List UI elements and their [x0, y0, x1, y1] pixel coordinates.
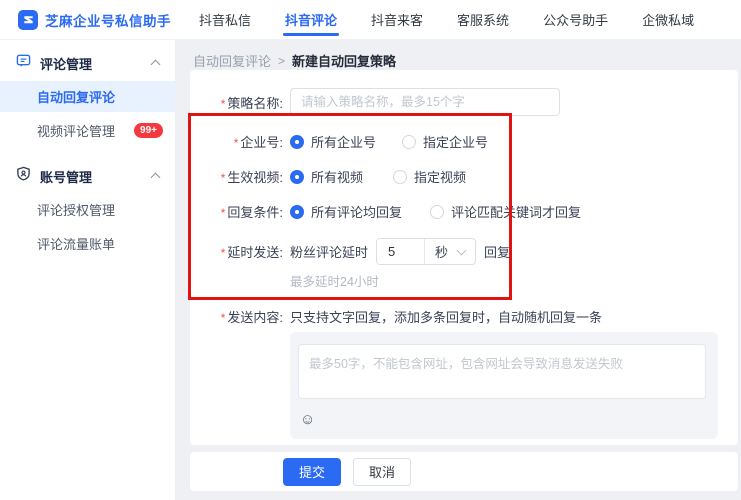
radio-specified-enterprise-accounts[interactable]: 指定企业号 [402, 132, 488, 151]
delay-hint-row: 最多延时24小时 [190, 271, 738, 291]
breadcrumb-current: 新建自动回复策略 [292, 51, 396, 70]
required-asterisk: * [221, 97, 226, 111]
radio-specified-videos[interactable]: 指定视频 [393, 167, 466, 186]
delay-hint-text: 最多延时24小时 [290, 275, 379, 289]
required-asterisk: * [221, 311, 226, 325]
sidebar-item-label: 评论授权管理 [37, 200, 115, 219]
delay-prefix-text: 粉丝评论延时 [290, 242, 368, 261]
radio-label[interactable]: 评论匹配关键词才回复 [451, 202, 581, 221]
radio-selected-icon[interactable] [290, 135, 304, 149]
chevron-up-icon [151, 173, 161, 183]
sidebar-group-comment-mgmt[interactable]: 评论管理 [0, 48, 175, 78]
radio-reply-keyword-match[interactable]: 评论匹配关键词才回复 [430, 202, 581, 221]
send-content-row: *发送内容: 只支持文字回复，添加多条回复时，自动随机回复一条 [190, 307, 738, 326]
form-card: *策略名称: *企业号: 所有企业号 指定企业号 *生效视频: [190, 70, 738, 445]
send-content-description: 只支持文字回复，添加多条回复时，自动随机回复一条 [290, 307, 602, 326]
tab-wecom-private[interactable]: 企微私域 [630, 0, 706, 40]
radio-all-videos[interactable]: 所有视频 [290, 167, 363, 186]
brand-title: 芝麻企业号私信助手 [45, 10, 171, 30]
sidebar-item-label: 视频评论管理 [37, 121, 115, 140]
radio-all-enterprise-accounts[interactable]: 所有企业号 [290, 132, 376, 151]
delay-send-label: *延时发送: [210, 242, 283, 261]
reply-content-box: ☺ [290, 332, 718, 439]
sidebar-item-auto-reply-comment[interactable]: 自动回复评论 [0, 81, 175, 112]
effective-video-row: *生效视频: 所有视频 指定视频 [190, 167, 738, 186]
enterprise-account-label: *企业号: [210, 132, 283, 151]
sidebar-item-comment-traffic-bill[interactable]: 评论流量账单 [0, 228, 175, 259]
emoji-icon[interactable]: ☺ [300, 412, 315, 427]
strategy-name-label: *策略名称: [210, 93, 283, 112]
radio-label[interactable]: 所有评论均回复 [311, 202, 402, 221]
required-asterisk: * [221, 171, 226, 185]
delay-seconds-input[interactable] [377, 239, 425, 264]
radio-label[interactable]: 指定企业号 [423, 132, 488, 151]
sidebar-item-label: 自动回复评论 [37, 87, 115, 106]
radio-label[interactable]: 指定视频 [414, 167, 466, 186]
main-content: 自动回复评论 > 新建自动回复策略 *策略名称: *企业号: 所有企业号 指定企… [175, 40, 741, 500]
radio-unselected-icon[interactable] [430, 205, 444, 219]
chevron-down-icon [457, 245, 467, 255]
delay-unit-select[interactable]: 秒 [425, 242, 475, 261]
enterprise-account-row: *企业号: 所有企业号 指定企业号 [190, 132, 738, 151]
reply-textarea[interactable] [298, 344, 706, 399]
sidebar-group-label: 账号管理 [40, 167, 92, 186]
delay-send-row: *延时发送: 粉丝评论延时 秒 回复 [190, 238, 738, 265]
required-asterisk: * [221, 246, 226, 260]
sidebar-group-account-mgmt[interactable]: 账号管理 [0, 161, 175, 191]
delay-unit-value: 秒 [435, 242, 448, 261]
reply-condition-label: *回复条件: [210, 202, 283, 221]
radio-selected-icon[interactable] [290, 170, 304, 184]
tab-customer-service[interactable]: 客服系统 [445, 0, 521, 40]
sidebar: 评论管理 自动回复评论 视频评论管理 99+ 账号管理 评论授权管理 评论流量账… [0, 40, 175, 500]
count-badge: 99+ [134, 123, 163, 138]
shield-icon [16, 166, 31, 186]
sidebar-item-comment-auth-mgmt[interactable]: 评论授权管理 [0, 194, 175, 225]
brand[interactable]: 芝麻企业号私信助手 [0, 10, 175, 30]
radio-unselected-icon[interactable] [402, 135, 416, 149]
reply-condition-row: *回复条件: 所有评论均回复 评论匹配关键词才回复 [190, 202, 738, 221]
sidebar-item-label: 评论流量账单 [37, 234, 115, 253]
sidebar-item-video-comment-mgmt[interactable]: 视频评论管理 99+ [0, 115, 175, 146]
top-nav: 抖音私信 抖音评论 抖音来客 客服系统 公众号助手 企微私域 [187, 0, 716, 40]
required-asterisk: * [221, 206, 226, 220]
submit-button[interactable]: 提交 [283, 458, 341, 486]
radio-reply-all-comments[interactable]: 所有评论均回复 [290, 202, 402, 221]
sidebar-group-label: 评论管理 [40, 54, 92, 73]
tab-douyin-visitor[interactable]: 抖音来客 [359, 0, 435, 40]
breadcrumb-parent-link[interactable]: 自动回复评论 [193, 51, 271, 70]
tab-douyin-private-msg[interactable]: 抖音私信 [187, 0, 263, 40]
delay-suffix-text: 回复 [484, 242, 510, 261]
effective-video-label: *生效视频: [210, 167, 283, 186]
tab-official-account[interactable]: 公众号助手 [531, 0, 620, 40]
app-logo-icon [18, 10, 38, 30]
chevron-up-icon [151, 60, 161, 70]
footer-action-bar: 提交 取消 [190, 452, 738, 491]
top-header: 芝麻企业号私信助手 抖音私信 抖音评论 抖音来客 客服系统 公众号助手 企微私域 [0, 0, 741, 40]
delay-input-group: 秒 [376, 238, 476, 265]
send-content-label: *发送内容: [210, 307, 283, 326]
radio-label[interactable]: 所有企业号 [311, 132, 376, 151]
comment-icon [16, 53, 31, 73]
radio-unselected-icon[interactable] [393, 170, 407, 184]
radio-selected-icon[interactable] [290, 205, 304, 219]
tab-douyin-comment[interactable]: 抖音评论 [273, 0, 349, 40]
breadcrumb: 自动回复评论 > 新建自动回复策略 [175, 40, 741, 70]
breadcrumb-separator: > [278, 54, 285, 68]
cancel-button[interactable]: 取消 [353, 458, 411, 486]
strategy-name-input[interactable] [290, 88, 560, 116]
required-asterisk: * [234, 136, 239, 150]
strategy-name-row: *策略名称: [190, 88, 738, 116]
radio-label[interactable]: 所有视频 [311, 167, 363, 186]
